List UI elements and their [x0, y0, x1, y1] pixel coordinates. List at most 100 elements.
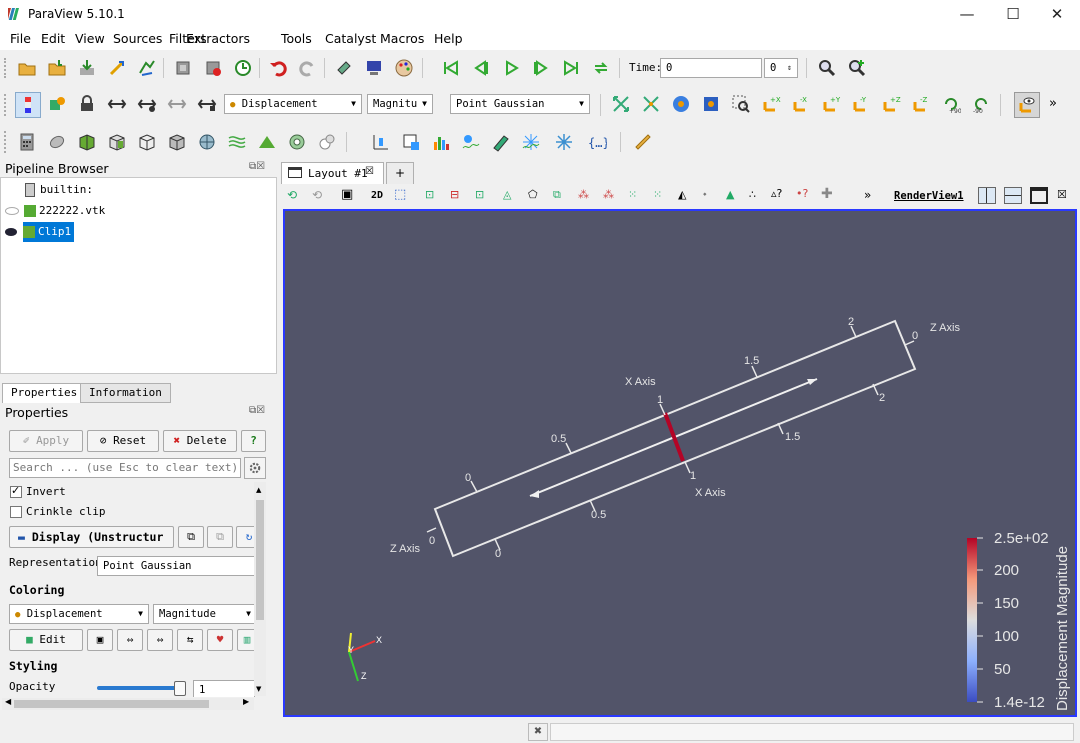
render-view[interactable]: 0 0.5 1 1.5 2 0 0.5 1 1.5 2 0 0 X Axis X…	[283, 209, 1077, 717]
connect-icon[interactable]	[136, 57, 158, 79]
shrink-selection-icon[interactable]: ⁙	[653, 188, 662, 201]
layout-tab[interactable]: Layout #1 ☒	[281, 162, 384, 184]
query-points-icon[interactable]: ▵?	[771, 187, 782, 200]
spin-arrows-icon[interactable]: ⇕	[787, 59, 792, 77]
opacity-input[interactable]: 1	[193, 680, 255, 697]
favorite-colormap-icon[interactable]: ♥	[207, 629, 233, 651]
menu-help[interactable]: Help	[434, 31, 463, 46]
set-view-direction-plus-y-icon[interactable]: +Y	[820, 93, 842, 115]
close-button[interactable]: ✕	[1034, 0, 1080, 28]
set-view-direction-minus-x-icon[interactable]: -X	[790, 93, 812, 115]
edit-colormap-button[interactable]: ■ Edit	[9, 629, 83, 651]
capture-screenshot-icon[interactable]: ▣	[341, 187, 353, 202]
menu-edit[interactable]: Edit	[41, 31, 65, 46]
reset-camera-closest-icon[interactable]	[610, 93, 632, 115]
apply-button[interactable]: ✐ Apply	[9, 430, 83, 452]
probe-location-icon[interactable]	[490, 131, 512, 153]
scroll-right-icon[interactable]: ▶	[243, 697, 249, 706]
pipeline-item-clip1[interactable]: Clip1	[5, 222, 75, 242]
reset-camera-icon[interactable]: ⟲	[287, 188, 297, 202]
camera-link-icon[interactable]	[363, 57, 385, 79]
delete-button[interactable]: ✖ Delete	[163, 430, 237, 452]
rescale-visible-range-icon[interactable]	[166, 93, 188, 115]
rotate-plus-90-icon[interactable]: +90	[940, 93, 962, 115]
open-recent-icon[interactable]	[46, 57, 68, 79]
zoom-box-icon[interactable]	[730, 93, 752, 115]
palette-icon[interactable]	[393, 57, 415, 79]
auto-apply-icon[interactable]	[232, 57, 254, 79]
menu-tools[interactable]: Tools	[281, 31, 312, 46]
opacity-slider-handle[interactable]	[174, 681, 186, 696]
set-view-direction-minus-z-icon[interactable]: -Z	[910, 93, 932, 115]
select-polygon-icon[interactable]: ⬠	[528, 188, 538, 201]
split-vertical-icon[interactable]	[1004, 187, 1022, 204]
zoom-to-data-icon[interactable]	[640, 93, 662, 115]
timestep-spinbox[interactable]: 0 ⇕	[764, 58, 798, 78]
add-layout-tab-button[interactable]: +	[386, 162, 414, 184]
contour-icon[interactable]	[46, 131, 68, 153]
crinkle-clip-checkbox[interactable]	[10, 506, 22, 518]
set-view-direction-minus-y-icon[interactable]: -Y	[850, 93, 872, 115]
rescale-temporal-range-icon[interactable]	[196, 93, 218, 115]
select-cells-through-icon[interactable]: ⊡	[475, 188, 484, 201]
scroll-down-icon[interactable]: ▼	[256, 685, 261, 693]
group-datasets-icon[interactable]	[286, 131, 308, 153]
rescale-custom-icon[interactable]: ⇔	[147, 629, 173, 651]
find-data-icon[interactable]: ⬚	[394, 187, 406, 202]
last-frame-icon[interactable]	[560, 57, 582, 79]
undo-icon[interactable]	[267, 57, 289, 79]
redo-icon[interactable]	[297, 57, 319, 79]
zoom-to-box-icon[interactable]	[670, 93, 692, 115]
pipeline-item-builtin[interactable]: builtin:	[25, 180, 93, 200]
disconnect-icon[interactable]	[172, 57, 194, 79]
query-selection-icon[interactable]	[846, 57, 868, 79]
representation-dropdown[interactable]: Point Gaussian ▼	[450, 94, 590, 114]
server-icon[interactable]	[202, 57, 224, 79]
hover-points-icon[interactable]: ⁂	[603, 188, 614, 201]
menu-macros[interactable]: Macros	[380, 31, 424, 46]
properties-vertical-scrollbar[interactable]: ▲ ▼	[254, 482, 266, 696]
select-points-through-icon[interactable]: ◬	[503, 188, 511, 201]
menu-sources[interactable]: Sources	[113, 31, 162, 46]
scroll-thumb[interactable]	[14, 700, 209, 708]
pipeline-item-vtk[interactable]: 222222.vtk	[5, 201, 105, 221]
plot-over-time-icon[interactable]	[460, 131, 482, 153]
ruler-icon[interactable]	[632, 131, 654, 153]
grow-selection-icon[interactable]: ⁙	[628, 188, 637, 201]
dock-float-close-icon[interactable]: ⧉☒	[249, 405, 265, 416]
menu-view[interactable]: View	[75, 31, 105, 46]
stream-tracer-icon[interactable]	[226, 131, 248, 153]
play-icon[interactable]	[500, 57, 522, 79]
minimize-button[interactable]: —	[944, 0, 990, 28]
histogram-icon[interactable]	[430, 131, 452, 153]
close-view-icon[interactable]: ☒	[1057, 188, 1067, 201]
search-input[interactable]: Search ... (use Esc to clear text)	[9, 458, 241, 478]
scroll-left-icon[interactable]: ◀	[5, 697, 11, 706]
split-horizontal-icon[interactable]	[978, 187, 996, 204]
triangles-icon[interactable]: ∴	[749, 188, 756, 201]
tab-information[interactable]: Information	[80, 383, 171, 403]
menu-file[interactable]: File	[10, 31, 31, 46]
rescale-temporal-icon[interactable]: ⇆	[177, 629, 203, 651]
properties-horizontal-scrollbar[interactable]: ◀ ▶	[2, 697, 254, 710]
color-bar[interactable]	[967, 538, 977, 702]
plot-data-icon[interactable]	[520, 131, 542, 153]
gear-icon[interactable]	[244, 457, 266, 479]
view-toolbar-overflow-icon[interactable]: »	[864, 188, 871, 202]
select-points-on-icon[interactable]: ⊟	[450, 188, 459, 201]
previous-frame-icon[interactable]	[470, 57, 492, 79]
calculator-icon[interactable]	[16, 131, 38, 153]
representation-select[interactable]: Point Gaussian	[97, 556, 257, 576]
clear-output-icon[interactable]: ✖	[528, 723, 548, 741]
color-component-dropdown[interactable]: Magnitu ▼	[367, 94, 433, 114]
set-view-direction-plus-x-icon[interactable]: +X	[760, 93, 782, 115]
coloring-component-select[interactable]: Magnitude ▼	[153, 604, 257, 624]
edit-color-map-icon[interactable]	[46, 93, 68, 115]
clear-selection-icon[interactable]: ◭	[678, 188, 686, 201]
rescale-range-icon[interactable]: ⇔	[117, 629, 143, 651]
find-data-icon[interactable]	[816, 57, 838, 79]
toggle-2d-button[interactable]: 2D	[371, 190, 383, 201]
threshold-icon[interactable]	[136, 131, 158, 153]
eye-closed-icon[interactable]	[5, 207, 19, 215]
menu-catalyst[interactable]: Catalyst	[325, 31, 376, 46]
